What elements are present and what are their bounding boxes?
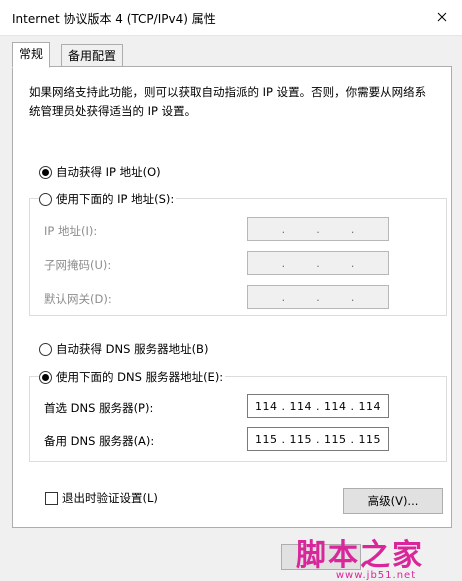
checkbox-indicator — [45, 491, 58, 505]
default-gateway-field: ... — [247, 285, 389, 309]
manual-ip-label: 使用下面的 IP 地址(S): — [56, 192, 175, 206]
description-text: 如果网络支持此功能，则可以获取自动指派的 IP 设置。否则，你需要从网络系统管理… — [29, 85, 427, 118]
close-icon — [437, 12, 447, 22]
close-button[interactable] — [422, 0, 462, 35]
subnet-mask-field: ... — [247, 251, 389, 275]
auto-ip-label: 自动获得 IP 地址(O) — [56, 165, 161, 179]
auto-ip-radio[interactable]: 自动获得 IP 地址(O) — [39, 164, 163, 180]
subnet-mask-label: 子网掩码(U): — [44, 258, 112, 272]
alternate-dns-field[interactable]: 115 . 115 . 115 . 115 — [247, 427, 389, 451]
radio-indicator — [39, 370, 52, 384]
advanced-button[interactable]: 高级(V)... — [343, 488, 443, 514]
radio-indicator — [39, 342, 52, 356]
radio-indicator — [39, 192, 52, 206]
alternate-dns-label: 备用 DNS 服务器(A): — [44, 434, 155, 448]
ip-address-label: IP 地址(I): — [44, 224, 98, 238]
tab-general[interactable]: 常规 — [12, 42, 51, 68]
manual-dns-label: 使用下面的 DNS 服务器地址(E): — [56, 370, 224, 384]
window-title: Internet 协议版本 4 (TCP/IPv4) 属性 — [12, 12, 216, 26]
auto-dns-label: 自动获得 DNS 服务器地址(B) — [56, 342, 209, 356]
default-gateway-label: 默认网关(D): — [44, 292, 112, 306]
preferred-dns-label: 首选 DNS 服务器(P): — [44, 401, 154, 415]
validate-on-exit-label: 退出时验证设置(L) — [62, 491, 158, 505]
radio-indicator — [39, 165, 52, 179]
watermark-text: 脚本之家 — [296, 538, 424, 573]
manual-dns-radio[interactable]: 使用下面的 DNS 服务器地址(E): — [39, 369, 226, 385]
title-bar: Internet 协议版本 4 (TCP/IPv4) 属性 — [0, 0, 462, 36]
ip-address-field: ... — [247, 217, 389, 241]
validate-on-exit-checkbox[interactable]: 退出时验证设置(L) — [45, 490, 158, 506]
preferred-dns-field[interactable]: 114 . 114 . 114 . 114 — [247, 394, 389, 418]
auto-dns-radio[interactable]: 自动获得 DNS 服务器地址(B) — [39, 341, 211, 357]
manual-ip-radio[interactable]: 使用下面的 IP 地址(S): — [39, 191, 177, 207]
tab-alternate-config[interactable]: 备用配置 — [61, 44, 124, 68]
general-panel: 如果网络支持此功能，则可以获取自动指派的 IP 设置。否则，你需要从网络系统管理… — [12, 66, 452, 528]
watermark-logo: 脚本之家 www.jb51.net — [296, 530, 456, 581]
